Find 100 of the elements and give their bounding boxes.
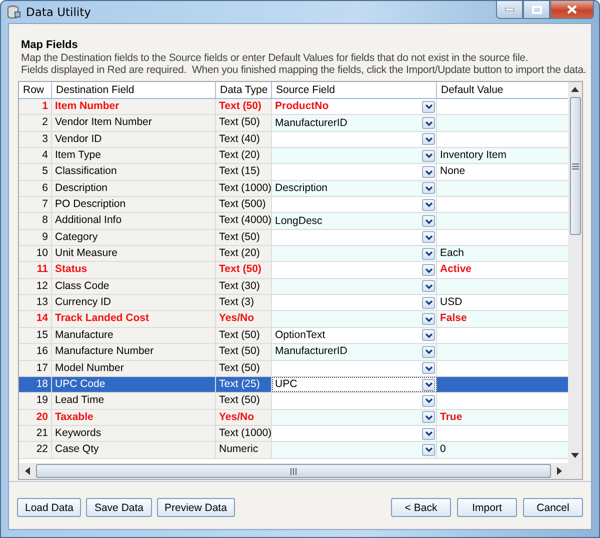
row-number: 9 <box>19 230 52 246</box>
chevron-down-icon <box>424 431 432 436</box>
action-button[interactable]: Cancel <box>523 498 583 517</box>
close-button[interactable] <box>550 1 594 19</box>
action-button[interactable]: < Back <box>391 498 451 517</box>
chevron-down-icon <box>424 398 432 404</box>
table-cell: Item Number <box>52 99 216 114</box>
row-number: 13 <box>19 295 52 310</box>
scrollbar-thumb[interactable] <box>36 464 551 478</box>
maximize-button[interactable] <box>523 1 550 19</box>
chevron-down-icon <box>424 218 432 224</box>
table-cell: Yes/No <box>216 410 272 425</box>
table-cell: Item Type <box>52 148 216 164</box>
table-cell: Currency ID <box>52 295 216 310</box>
table-cell: Text (20) <box>216 246 272 262</box>
dropdown-button[interactable] <box>422 378 435 391</box>
table-cell: Category <box>52 230 216 246</box>
minimize-button[interactable] <box>496 1 523 19</box>
dropdown-button[interactable] <box>422 296 435 309</box>
row-number: 11 <box>19 262 52 278</box>
dropdown-button[interactable] <box>422 362 435 374</box>
row-number: 6 <box>19 180 52 196</box>
dropdown-button[interactable] <box>422 444 435 456</box>
table-cell: Vendor ID <box>52 132 216 148</box>
table-cell: Text (40) <box>216 132 272 148</box>
dropdown-button[interactable] <box>422 117 435 130</box>
horizontal-scrollbar[interactable] <box>19 463 568 479</box>
chevron-down-icon <box>424 251 432 256</box>
chevron-down-icon <box>424 332 432 338</box>
column-header[interactable]: Destination Field <box>52 82 216 98</box>
grip-icon <box>290 468 297 474</box>
column-header[interactable]: Row <box>19 82 52 98</box>
table-cell: Text (50) <box>216 393 272 409</box>
row-number: 21 <box>19 426 52 442</box>
table-cell: Text (25) <box>216 376 272 392</box>
table-cell: Taxable <box>52 410 216 425</box>
dropdown-button[interactable] <box>422 329 435 342</box>
dropdown-button[interactable] <box>422 411 435 424</box>
table-cell: Text (3) <box>216 295 272 310</box>
table-cell: Text (50) <box>216 230 272 246</box>
dropdown-button[interactable] <box>422 394 435 407</box>
scroll-down-icon <box>571 453 579 458</box>
column-header[interactable]: Source Field <box>272 82 437 98</box>
section-title: Map Fields <box>21 39 79 52</box>
chevron-down-icon <box>424 202 432 208</box>
chevron-down-icon <box>424 414 432 420</box>
table-cell: Track Landed Cost <box>52 311 216 327</box>
dropdown-button[interactable] <box>422 166 435 178</box>
chevron-down-icon <box>424 284 432 289</box>
dropdown-button[interactable] <box>422 346 435 358</box>
dropdown-button[interactable] <box>422 231 435 244</box>
dropdown-button[interactable] <box>422 313 435 326</box>
chevron-down-icon <box>424 300 432 306</box>
dropdown-button[interactable] <box>422 264 435 276</box>
table-cell: PO Description <box>52 197 216 212</box>
row-number: 7 <box>19 197 52 212</box>
table-cell: Text (4000) <box>216 213 272 229</box>
chevron-down-icon <box>424 349 432 354</box>
scrollbar-thumb[interactable] <box>570 97 580 235</box>
dropdown-field[interactable]: UPC <box>272 376 437 392</box>
action-button[interactable]: Preview Data <box>156 498 235 517</box>
dropdown-button[interactable] <box>422 280 435 292</box>
row-number: 10 <box>19 246 52 262</box>
chevron-down-icon <box>424 366 432 371</box>
instruction-text: Fields displayed in Red are required. When you finished mapping the fields, click the Import/Update button to import the data. <box>21 64 586 76</box>
dropdown-button[interactable] <box>422 215 435 228</box>
table-cell: Status <box>52 262 216 278</box>
dropdown-button[interactable] <box>422 248 435 260</box>
vertical-scrollbar[interactable] <box>568 82 582 479</box>
dropdown-button[interactable] <box>422 150 435 162</box>
chevron-down-icon <box>424 447 432 452</box>
dropdown-button[interactable] <box>422 133 435 146</box>
table-cell: Text (50) <box>216 360 272 376</box>
dropdown-button[interactable] <box>422 182 435 194</box>
table-cell: Text (1000) <box>216 426 272 442</box>
row-number: 1 <box>19 99 52 114</box>
table-cell: Text (50) <box>216 115 272 131</box>
table-cell: Text (50) <box>216 99 272 114</box>
dropdown-button[interactable] <box>422 198 435 211</box>
column-header[interactable]: Data Type <box>216 82 272 98</box>
dropdown-button[interactable] <box>422 100 435 113</box>
close-icon <box>567 5 577 14</box>
table-cell: Class Code <box>52 278 216 294</box>
action-button[interactable]: Import <box>457 498 517 517</box>
app-icon <box>7 4 21 18</box>
scroll-up-icon <box>571 87 579 92</box>
row-number: 5 <box>19 164 52 180</box>
row-number: 12 <box>19 278 52 294</box>
table-cell: Unit Measure <box>52 246 216 262</box>
table-cell: Lead Time <box>52 393 216 409</box>
action-button[interactable]: Save Data <box>86 498 152 517</box>
scroll-left-icon <box>25 467 30 475</box>
action-button[interactable]: Load Data <box>17 498 82 517</box>
dropdown-button[interactable] <box>422 428 435 440</box>
grip-icon <box>572 162 578 170</box>
table-cell: Vendor Item Number <box>52 115 216 131</box>
table-cell: Manufacture Number <box>52 344 216 360</box>
chevron-down-icon <box>424 104 432 110</box>
row-number: 16 <box>19 344 52 360</box>
chevron-down-icon <box>424 136 432 142</box>
